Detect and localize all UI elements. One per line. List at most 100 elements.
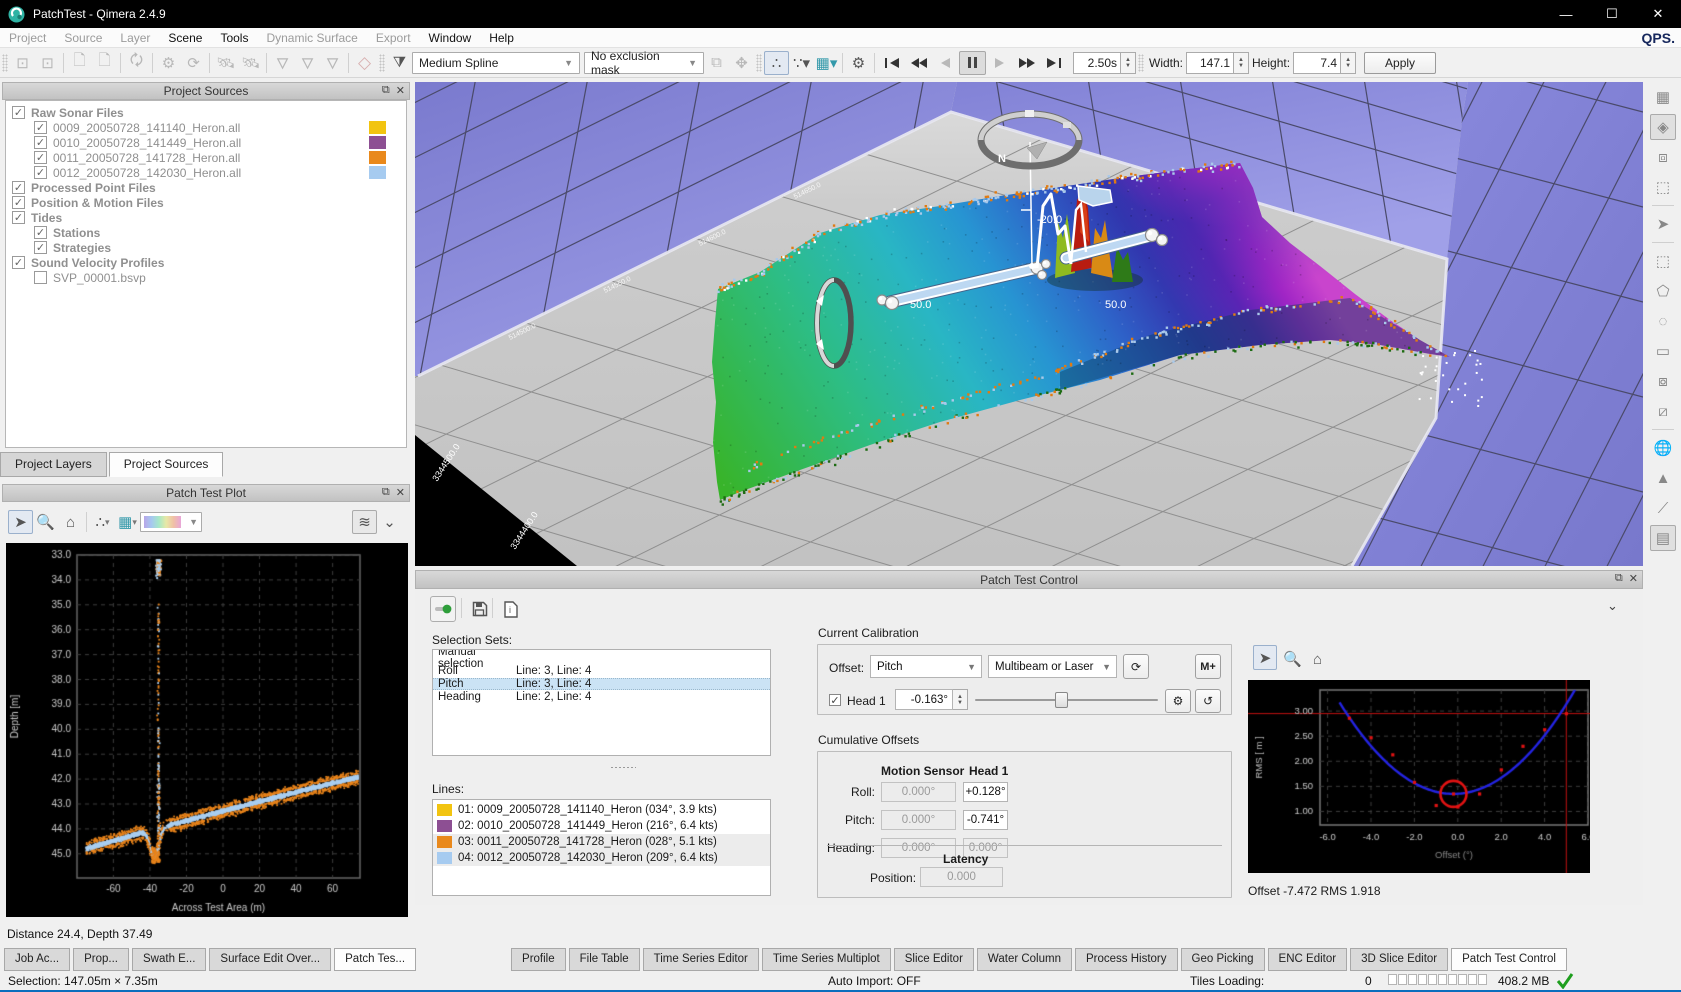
tree-checkbox[interactable]: ✓ bbox=[12, 106, 25, 119]
surface-icon[interactable]: 🛰 bbox=[213, 51, 238, 75]
rms-zoom-icon[interactable]: 🔍 bbox=[1280, 647, 1305, 671]
offset-slider-handle[interactable] bbox=[1055, 692, 1068, 708]
tree-checkbox[interactable]: ✓ bbox=[34, 121, 47, 134]
zoom-extent-icon[interactable]: ⊡ bbox=[35, 51, 60, 75]
select-polygon-icon[interactable]: ⬠ bbox=[1650, 278, 1676, 304]
undo-icon[interactable]: ↺ bbox=[1195, 689, 1221, 713]
splitter-handle[interactable] bbox=[610, 766, 636, 769]
menu-project[interactable]: Project bbox=[0, 29, 55, 47]
close-icon[interactable]: ✕ bbox=[396, 486, 405, 499]
points-display-icon[interactable]: ∴ bbox=[764, 51, 789, 75]
dock-tab-project-layers[interactable]: Project Layers bbox=[0, 452, 107, 477]
colormap-combo[interactable]: ▼ bbox=[140, 512, 202, 532]
close-button[interactable]: ✕ bbox=[1635, 0, 1681, 28]
bottom-tab-file-table[interactable]: File Table bbox=[569, 948, 640, 971]
skip-end-icon[interactable] bbox=[1040, 51, 1067, 75]
menu-scene[interactable]: Scene bbox=[159, 29, 211, 47]
bottom-tab-surface-edit-over-[interactable]: Surface Edit Over... bbox=[209, 948, 331, 971]
colormap-icon[interactable]: ▦▾ bbox=[814, 51, 839, 75]
motion-sensor-field[interactable]: 0.000° bbox=[881, 810, 956, 830]
colorbar-icon[interactable]: ▤ bbox=[1650, 525, 1676, 551]
minimize-button[interactable]: — bbox=[1543, 0, 1589, 28]
select-points-icon[interactable]: ⬚ bbox=[1650, 248, 1676, 274]
geo-pick-icon[interactable]: 🌐 bbox=[1650, 435, 1676, 461]
tree-item[interactable]: ✓Stations bbox=[6, 225, 406, 240]
zoom-cube-icon[interactable]: ⬚ bbox=[1650, 174, 1676, 200]
tree-item[interactable]: ✓Strategies bbox=[6, 240, 406, 255]
bottom-tab-enc-editor[interactable]: ENC Editor bbox=[1268, 948, 1348, 971]
selection-sets-list[interactable]: Manual selectionRollLine: 3, Line: 4Pitc… bbox=[432, 649, 771, 756]
tree-item[interactable]: ✓0012_20050728_142030_Heron.all bbox=[6, 165, 406, 180]
surface-view-icon[interactable]: ◈ bbox=[1650, 114, 1676, 140]
head1-offset-field[interactable]: -0.163° bbox=[895, 689, 953, 710]
line-row[interactable]: 04: 0012_20050728_142030_Heron (209°, 6.… bbox=[433, 850, 770, 866]
tree-checkbox[interactable]: ✓ bbox=[34, 226, 47, 239]
display-settings-icon[interactable]: ⚙ bbox=[846, 51, 871, 75]
water-level-icon[interactable]: ≋ bbox=[352, 510, 377, 534]
menu-window[interactable]: Window bbox=[420, 29, 481, 47]
rms-home-icon[interactable]: ⌂ bbox=[1305, 647, 1330, 671]
float-icon[interactable]: ⧉ bbox=[1615, 572, 1623, 585]
float-icon[interactable]: ⧉ bbox=[382, 486, 390, 499]
rms-cursor-icon[interactable]: ➤ bbox=[1253, 645, 1277, 670]
bottom-tab-job-ac-[interactable]: Job Ac... bbox=[4, 948, 70, 971]
close-icon[interactable]: ✕ bbox=[1629, 572, 1638, 585]
exclusion-mask-combo[interactable]: No exclusion mask▼ bbox=[584, 52, 704, 74]
menu-tools[interactable]: Tools bbox=[211, 29, 257, 47]
surface-lock-icon[interactable]: 🛰 bbox=[238, 51, 263, 75]
collapse-icon[interactable]: ⌄ bbox=[377, 510, 402, 534]
tree-item[interactable]: ✓0011_20050728_141728_Heron.all bbox=[6, 150, 406, 165]
tree-checkbox[interactable]: ✓ bbox=[34, 241, 47, 254]
maximize-button[interactable]: ☐ bbox=[1589, 0, 1635, 28]
head1-field[interactable]: +0.128° bbox=[963, 782, 1008, 802]
fast-forward-icon[interactable] bbox=[1013, 51, 1040, 75]
refresh-icon[interactable]: ⟳ bbox=[1123, 654, 1149, 679]
zoom-all-icon[interactable]: ⧈ bbox=[1650, 144, 1676, 170]
reload-file-icon[interactable]: 🗘 bbox=[124, 51, 149, 75]
menu-layer[interactable]: Layer bbox=[111, 29, 159, 47]
offset-type-combo[interactable]: Pitch▼ bbox=[870, 655, 982, 678]
selection-set-row[interactable]: RollLine: 3, Line: 4 bbox=[433, 665, 770, 678]
select-arrow-icon[interactable]: ➤ bbox=[1650, 211, 1676, 237]
bottom-tab-process-history[interactable]: Process History bbox=[1075, 948, 1178, 971]
dock-tab-project-sources[interactable]: Project Sources bbox=[109, 452, 224, 477]
add-file-icon[interactable]: 🗋 bbox=[67, 51, 92, 75]
mask-edit-icon[interactable]: ⧉ bbox=[704, 51, 729, 75]
dynamic-surface-icon[interactable]: ◇ bbox=[352, 51, 377, 75]
skip-start-icon[interactable] bbox=[878, 51, 905, 75]
3d-scene-view[interactable]: 3344500.03344400.0514500.0514550.0514600… bbox=[415, 82, 1643, 566]
head1-field[interactable]: -0.741° bbox=[963, 810, 1008, 830]
sensor-combo[interactable]: Multibeam or Laser▼ bbox=[988, 655, 1117, 678]
auto-apply-toggle[interactable] bbox=[430, 596, 456, 622]
width-field[interactable]: 147.1 bbox=[1186, 52, 1234, 74]
tree-checkbox[interactable]: ✓ bbox=[34, 166, 47, 179]
grid-view-icon[interactable]: ▦ bbox=[1650, 84, 1676, 110]
bottom-tab-3d-slice-editor[interactable]: 3D Slice Editor bbox=[1350, 948, 1448, 971]
select-rect-icon[interactable]: ▭ bbox=[1650, 338, 1676, 364]
selection-set-row[interactable]: HeadingLine: 2, Line: 4 bbox=[433, 690, 770, 703]
bottom-tab-slice-editor[interactable]: Slice Editor bbox=[894, 948, 974, 971]
patch-test-plot-canvas[interactable] bbox=[6, 543, 408, 917]
report-icon[interactable]: i bbox=[498, 597, 523, 621]
menu-dynamic-surface[interactable]: Dynamic Surface bbox=[257, 29, 366, 47]
save-icon[interactable] bbox=[467, 597, 492, 621]
reprocess-icon[interactable]: ⟳ bbox=[181, 51, 206, 75]
tree-item[interactable]: SVP_00001.bsvp bbox=[6, 270, 406, 285]
profile-chart-icon[interactable]: ▲ bbox=[1650, 465, 1676, 491]
tree-checkbox[interactable]: ✓ bbox=[34, 151, 47, 164]
bottom-tab-patch-test-control[interactable]: Patch Test Control bbox=[1451, 948, 1567, 971]
tree-item[interactable]: ✓Position & Motion Files bbox=[6, 195, 406, 210]
zoom-select-icon[interactable]: ⊡ bbox=[10, 51, 35, 75]
motion-sensor-field[interactable]: 0.000° bbox=[881, 782, 956, 802]
line-row[interactable]: 03: 0011_20050728_141728_Heron (028°, 5.… bbox=[433, 834, 770, 850]
bottom-tab-patch-tes-[interactable]: Patch Tes... bbox=[334, 948, 416, 971]
bottom-tab-swath-e-[interactable]: Swath E... bbox=[132, 948, 206, 971]
tree-item[interactable]: ✓Sound Velocity Profiles bbox=[6, 255, 406, 270]
memory-plus-button[interactable]: M+ bbox=[1195, 654, 1221, 679]
tree-checkbox[interactable]: ✓ bbox=[12, 256, 25, 269]
line-row[interactable]: 01: 0009_20050728_141140_Heron (034°, 3.… bbox=[433, 802, 770, 818]
apply-button[interactable]: Apply bbox=[1364, 52, 1436, 74]
svp-apply-icon[interactable]: 🜄 bbox=[320, 51, 345, 75]
select-lasso-icon[interactable]: ◌ bbox=[1650, 308, 1676, 334]
pause-icon[interactable] bbox=[959, 51, 986, 75]
